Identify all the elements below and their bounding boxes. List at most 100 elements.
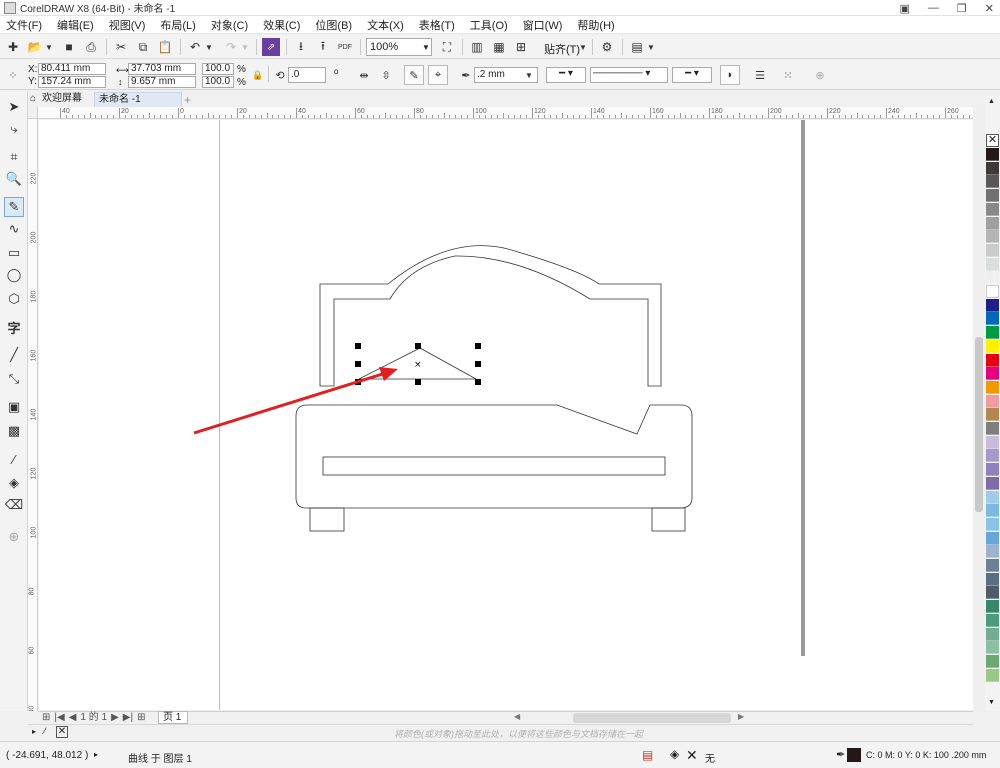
color-swatch[interactable] <box>986 627 999 641</box>
menu-edit[interactable]: 编辑(E) <box>51 17 103 33</box>
application-launcher-icon[interactable]: ▤ <box>628 38 646 56</box>
outline-pen-status-icon[interactable]: ✒ <box>836 748 845 761</box>
palette-scroll-up-icon[interactable]: ▲ <box>988 98 995 105</box>
palette-arrow-icon[interactable]: ▸ <box>32 727 36 736</box>
save-icon[interactable]: ■ <box>60 38 78 56</box>
copy-icon[interactable]: ⧉ <box>134 38 152 56</box>
width-field[interactable]: 37.703 mm <box>128 63 196 75</box>
color-swatch[interactable] <box>986 572 999 586</box>
add-tool-icon[interactable]: ⊕ <box>4 527 24 547</box>
open-folder-icon[interactable]: 📂 <box>26 38 44 56</box>
snap-to-button[interactable]: 贴齐(T) <box>544 41 580 57</box>
snap-dropdown-icon[interactable]: ▼ <box>578 38 588 56</box>
menu-tools[interactable]: 工具(O) <box>464 17 517 33</box>
undo-icon[interactable]: ↶ <box>186 38 204 56</box>
prev-page-icon[interactable]: ◀ <box>69 712 77 724</box>
paste-icon[interactable]: 📋 <box>156 38 174 56</box>
add-page-before-icon[interactable]: ⊞ <box>42 712 50 724</box>
menu-layout[interactable]: 布局(L) <box>154 17 204 33</box>
mirror-vertical-icon[interactable]: ⇳ <box>376 65 396 85</box>
print-icon[interactable]: ⎙ <box>82 38 100 56</box>
color-swatch[interactable] <box>986 216 999 230</box>
next-page-icon[interactable]: ▶ <box>111 712 119 724</box>
menu-table[interactable]: 表格(T) <box>413 17 464 33</box>
color-swatch[interactable] <box>986 435 999 449</box>
redo-icon[interactable]: ↷ <box>222 38 240 56</box>
color-swatch[interactable] <box>986 202 999 216</box>
vertical-scrollbar[interactable] <box>973 107 985 711</box>
status-arrow-icon[interactable]: ▸ <box>94 750 98 759</box>
end-arrow-select[interactable]: ━ ▾ <box>672 67 712 83</box>
transparency-icon[interactable]: ▩ <box>4 421 24 441</box>
height-field[interactable]: 9.657 mm <box>128 76 196 88</box>
color-swatch[interactable] <box>986 380 999 394</box>
vertical-scroll-thumb[interactable] <box>975 337 983 512</box>
add-page-after-icon[interactable]: ⊞ <box>137 712 145 724</box>
rotation-angle-field[interactable]: .0 <box>288 67 326 83</box>
page-tab[interactable]: 页 1 <box>158 711 188 724</box>
start-arrow-select[interactable]: ━ ▾ <box>546 67 586 83</box>
color-swatch[interactable] <box>986 243 999 257</box>
color-swatch[interactable] <box>986 161 999 175</box>
first-page-icon[interactable]: |◀ <box>54 712 64 724</box>
launcher-dropdown-icon[interactable]: ▼ <box>646 38 656 56</box>
menu-bitmaps[interactable]: 位图(B) <box>309 17 361 33</box>
menu-help[interactable]: 帮助(H) <box>571 17 623 33</box>
color-proof-icon[interactable]: ▤ <box>642 748 653 762</box>
color-swatch[interactable] <box>986 517 999 531</box>
crop-tool-icon[interactable]: ⌗ <box>4 147 24 167</box>
object-origin-icon[interactable]: ⁘ <box>3 65 23 85</box>
color-swatch[interactable] <box>986 422 999 435</box>
color-swatch[interactable] <box>986 312 999 326</box>
color-swatch[interactable] <box>986 298 999 312</box>
x-position-field[interactable]: 80.411 mm <box>38 63 106 75</box>
color-swatch[interactable] <box>986 326 999 340</box>
color-swatch[interactable] <box>986 600 999 614</box>
node-edit-icon[interactable]: ⌖ <box>428 65 448 85</box>
drawing-canvas[interactable]: × <box>39 120 973 710</box>
minimize-icon[interactable]: — <box>928 2 939 14</box>
horizontal-scroll-thumb[interactable] <box>573 713 731 723</box>
redo-dropdown-icon[interactable]: ▼ <box>240 38 250 56</box>
tab-document[interactable]: 未命名 -1 <box>94 92 182 107</box>
color-swatch[interactable] <box>986 367 999 381</box>
user-icon[interactable]: ▣ <box>900 2 910 15</box>
color-swatch[interactable] <box>986 545 999 559</box>
menu-view[interactable]: 视图(V) <box>103 17 155 33</box>
vertical-ruler[interactable]: 220 200 180 160 140 120 100 80 60 40 <box>28 119 38 711</box>
color-swatch[interactable] <box>986 175 999 189</box>
last-page-icon[interactable]: ▶| <box>123 712 133 724</box>
undo-dropdown-icon[interactable]: ▼ <box>204 38 214 56</box>
smart-fill-icon[interactable]: ⌫ <box>4 495 24 515</box>
close-curve-icon[interactable]: ◗ <box>720 65 740 85</box>
color-swatch[interactable] <box>986 668 999 682</box>
full-screen-icon[interactable]: ⛶ <box>438 38 456 56</box>
ruler-origin[interactable] <box>28 107 38 119</box>
color-swatch[interactable] <box>986 408 999 422</box>
color-swatch[interactable] <box>986 613 999 627</box>
shape-tool-icon[interactable]: ⤷ <box>4 119 24 139</box>
menu-text[interactable]: 文本(X) <box>361 17 413 33</box>
cut-icon[interactable]: ✂ <box>112 38 130 56</box>
color-swatch[interactable] <box>986 476 999 490</box>
export-icon[interactable]: ⭱ <box>314 38 332 56</box>
options-gear-icon[interactable]: ⚙ <box>598 38 616 56</box>
line-style-select[interactable]: ─────── ▾ <box>590 67 668 83</box>
color-swatch[interactable] <box>986 463 999 477</box>
no-color-small-icon[interactable]: ✕ <box>56 726 68 738</box>
color-swatch[interactable] <box>986 449 999 463</box>
color-swatch[interactable] <box>986 148 999 161</box>
menu-window[interactable]: 窗口(W) <box>517 17 572 33</box>
text-wrap-icon[interactable]: ☰ <box>750 65 770 85</box>
publish-pdf-icon[interactable]: PDF <box>336 38 354 56</box>
menu-object[interactable]: 对象(C) <box>205 17 257 33</box>
import-icon[interactable]: ⭳ <box>292 38 310 56</box>
color-swatch[interactable] <box>986 285 999 298</box>
no-color-swatch[interactable]: ✕ <box>986 134 999 147</box>
color-swatch[interactable] <box>986 394 999 408</box>
color-swatch[interactable] <box>986 641 999 655</box>
new-document-icon[interactable]: ✚ <box>4 38 22 56</box>
parallel-dimension-icon[interactable]: ╱ <box>4 345 24 365</box>
ellipse-tool-icon[interactable]: ◯ <box>4 265 24 285</box>
color-swatch[interactable] <box>986 339 999 353</box>
